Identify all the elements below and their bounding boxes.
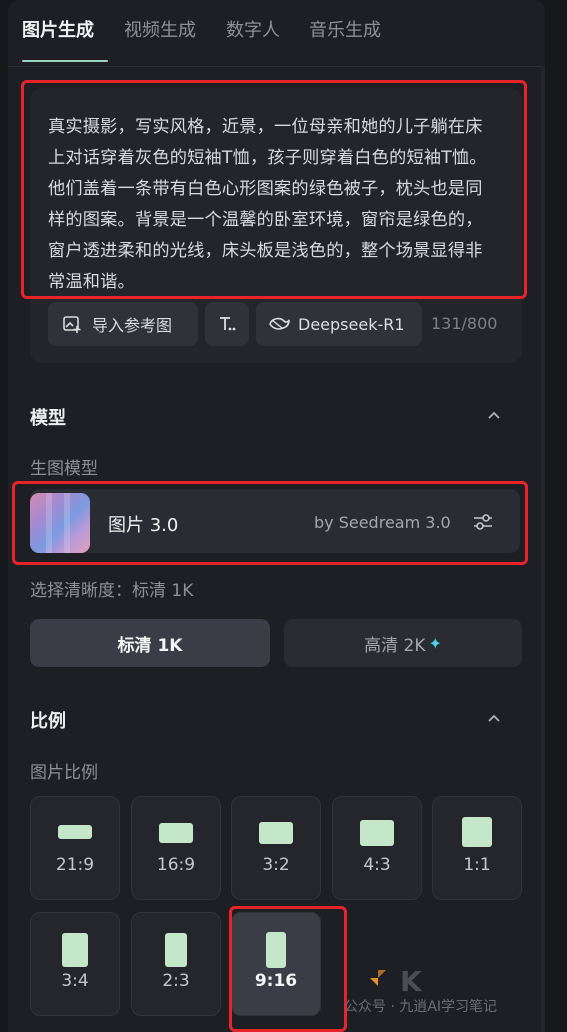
ratio-label: 21:9 xyxy=(55,855,95,875)
image-model-label: 生图模型 xyxy=(30,459,98,479)
model-provider: by Seedream 3.0 xyxy=(314,513,451,532)
ratio-option-3-4[interactable]: 3:4 xyxy=(30,912,120,1016)
watermark-logo-icon xyxy=(370,970,386,986)
tabs-divider xyxy=(8,66,545,67)
ratio-option-3-2[interactable]: 3:2 xyxy=(231,796,321,900)
deepseek-model-chip[interactable]: Deepseek-R1 xyxy=(256,302,422,346)
tab-video-generation[interactable]: 视频生成 xyxy=(124,16,196,42)
model-name: 图片 3.0 xyxy=(108,515,179,536)
ratio-option-2-3[interactable]: 2:3 xyxy=(131,912,221,1016)
ratio-label: 4:3 xyxy=(363,855,391,875)
ratio-shape xyxy=(259,822,293,844)
active-tab-indicator xyxy=(22,60,108,62)
text-quote-icon xyxy=(217,314,237,334)
tab-music-generation[interactable]: 音乐生成 xyxy=(309,16,381,42)
model-thumbnail xyxy=(30,493,90,553)
tab-digital-human[interactable]: 数字人 xyxy=(226,16,280,42)
resolution-label: 选择清晰度：标清 1K xyxy=(30,581,194,601)
ratio-shape xyxy=(360,820,394,846)
ratio-label: 16:9 xyxy=(156,855,196,875)
ratio-option-16-9[interactable]: 16:9 xyxy=(131,796,221,900)
ratio-option-21-9[interactable]: 21:9 xyxy=(30,796,120,900)
text-format-button[interactable] xyxy=(205,302,249,346)
ratio-shape xyxy=(159,823,193,843)
whale-icon xyxy=(268,315,290,333)
ratio-shape xyxy=(266,932,286,968)
resolution-hd-label: 高清 2K xyxy=(364,635,426,656)
ratio-option-9-16[interactable]: 9:16 xyxy=(231,912,321,1016)
ratio-label: 1:1 xyxy=(463,855,491,875)
ratio-shape xyxy=(58,825,92,839)
resolution-sd-label: 标清 1K xyxy=(117,635,183,656)
sliders-icon[interactable] xyxy=(472,512,494,536)
watermark-text: 公众号 · 九逍AI学习笔记 xyxy=(344,999,498,1015)
image-add-icon xyxy=(62,314,82,334)
ratio-shape xyxy=(62,933,88,967)
import-reference-button[interactable]: 导入参考图 xyxy=(48,302,198,346)
import-reference-label: 导入参考图 xyxy=(92,316,173,335)
deepseek-model-label: Deepseek-R1 xyxy=(298,314,405,334)
ratio-option-4-3[interactable]: 4:3 xyxy=(332,796,422,900)
ratio-label: 3:4 xyxy=(61,971,89,991)
ratio-section-title: 比例 xyxy=(30,711,66,732)
prompt-input[interactable]: 真实摄影，写实风格，近景，一位母亲和她的儿子躺在床上对话穿着灰色的短袖T恤，孩子… xyxy=(48,112,500,298)
model-selector[interactable]: 图片 3.0 by Seedream 3.0 xyxy=(30,489,520,553)
sparkle-icon: ✦ xyxy=(428,633,442,653)
prompt-card: 真实摄影，写实风格，近景，一位母亲和她的儿子躺在床上对话穿着灰色的短袖T恤，孩子… xyxy=(30,88,522,363)
model-section-title: 模型 xyxy=(30,408,66,429)
chevron-up-icon[interactable] xyxy=(485,406,503,424)
ratio-option-1-1[interactable]: 1:1 xyxy=(432,796,522,900)
chevron-up-icon[interactable] xyxy=(485,709,503,727)
ratio-shape xyxy=(462,817,492,847)
watermark-graphic: K xyxy=(400,965,424,998)
scrollbar[interactable] xyxy=(541,66,545,1032)
tab-image-generation[interactable]: 图片生成 xyxy=(22,16,94,42)
resolution-hd-button[interactable]: 高清 2K ✦ xyxy=(284,619,522,667)
character-counter: 131/800 xyxy=(431,314,498,333)
ratio-label: 2:3 xyxy=(162,971,190,991)
ratio-label: 3:2 xyxy=(262,855,290,875)
ratio-shape xyxy=(165,933,187,967)
ratio-label: 9:16 xyxy=(254,971,298,991)
resolution-sd-button[interactable]: 标清 1K xyxy=(30,619,270,667)
image-ratio-label: 图片比例 xyxy=(30,763,98,783)
